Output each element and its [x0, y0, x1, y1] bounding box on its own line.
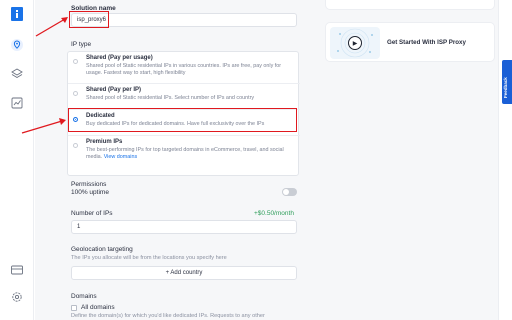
- option-title: Shared (Pay per IP): [86, 87, 142, 93]
- domains-label: Domains: [71, 293, 97, 300]
- option-description: Shared pool of Static residential IPs in…: [86, 63, 282, 76]
- num-ips-label: Number of IPs: [71, 210, 113, 217]
- feedback-tab[interactable]: Feedback: [502, 60, 512, 104]
- ip-option-premium[interactable]: Premium IPs The best-performing IPs for …: [68, 137, 300, 167]
- annotation-arrow-top: [35, 17, 68, 37]
- geo-label: Geolocation targeting: [71, 246, 133, 253]
- all-domains-label: All domains: [81, 304, 115, 311]
- layers-icon[interactable]: [9, 66, 25, 82]
- radio-button[interactable]: [73, 91, 78, 96]
- video-card-title: Get Started With ISP Proxy: [387, 39, 466, 46]
- sidebar: [0, 0, 34, 320]
- option-title: Shared (Pay per usage): [86, 55, 153, 61]
- num-ips-input[interactable]: 1: [71, 220, 297, 234]
- location-pin-icon[interactable]: [9, 37, 25, 53]
- divider: [68, 135, 300, 136]
- video-card[interactable]: ▶ Get Started With ISP Proxy: [325, 22, 495, 62]
- uptime-label: 100% uptime: [71, 189, 109, 196]
- feedback-label: Feedback: [503, 77, 508, 98]
- option-description: The best-performing IPs for top targeted…: [86, 147, 294, 161]
- divider: [68, 83, 300, 84]
- option-description: Shared pool of Static residential IPs. S…: [86, 95, 255, 101]
- annotation-arrow-dedicated: [21, 118, 66, 134]
- info-icon[interactable]: [9, 6, 25, 22]
- right-edge: [498, 0, 512, 320]
- add-country-button[interactable]: + Add country: [71, 266, 297, 280]
- annotation-box-dedicated: [68, 108, 297, 132]
- ip-option-shared-ip[interactable]: Shared (Pay per IP) Shared pool of Stati…: [68, 85, 300, 107]
- radio-button[interactable]: [73, 143, 78, 148]
- view-domains-link[interactable]: View domains: [104, 154, 137, 160]
- domains-description: Define the domain(s) for which you'd lik…: [71, 313, 265, 319]
- ip-option-shared-usage[interactable]: Shared (Pay per usage) Shared pool of St…: [68, 53, 300, 81]
- num-ips-price: +$0.50/month: [254, 210, 294, 217]
- play-icon[interactable]: ▶: [348, 36, 362, 50]
- permissions-label: Permissions: [71, 181, 107, 188]
- all-domains-checkbox[interactable]: [71, 305, 77, 311]
- uptime-toggle[interactable]: [282, 188, 297, 196]
- info-card-top: [325, 0, 495, 10]
- option-title: Premium IPs: [86, 139, 123, 145]
- billing-icon[interactable]: [9, 262, 25, 278]
- chart-icon[interactable]: [9, 95, 25, 111]
- settings-icon[interactable]: [9, 289, 25, 305]
- ip-type-label: IP type: [71, 41, 92, 48]
- geo-description: The IPs you allocate will be from the lo…: [71, 255, 227, 261]
- radio-button[interactable]: [73, 59, 78, 64]
- video-thumbnail: ▶: [330, 27, 380, 59]
- annotation-box-solution-name: [69, 11, 109, 28]
